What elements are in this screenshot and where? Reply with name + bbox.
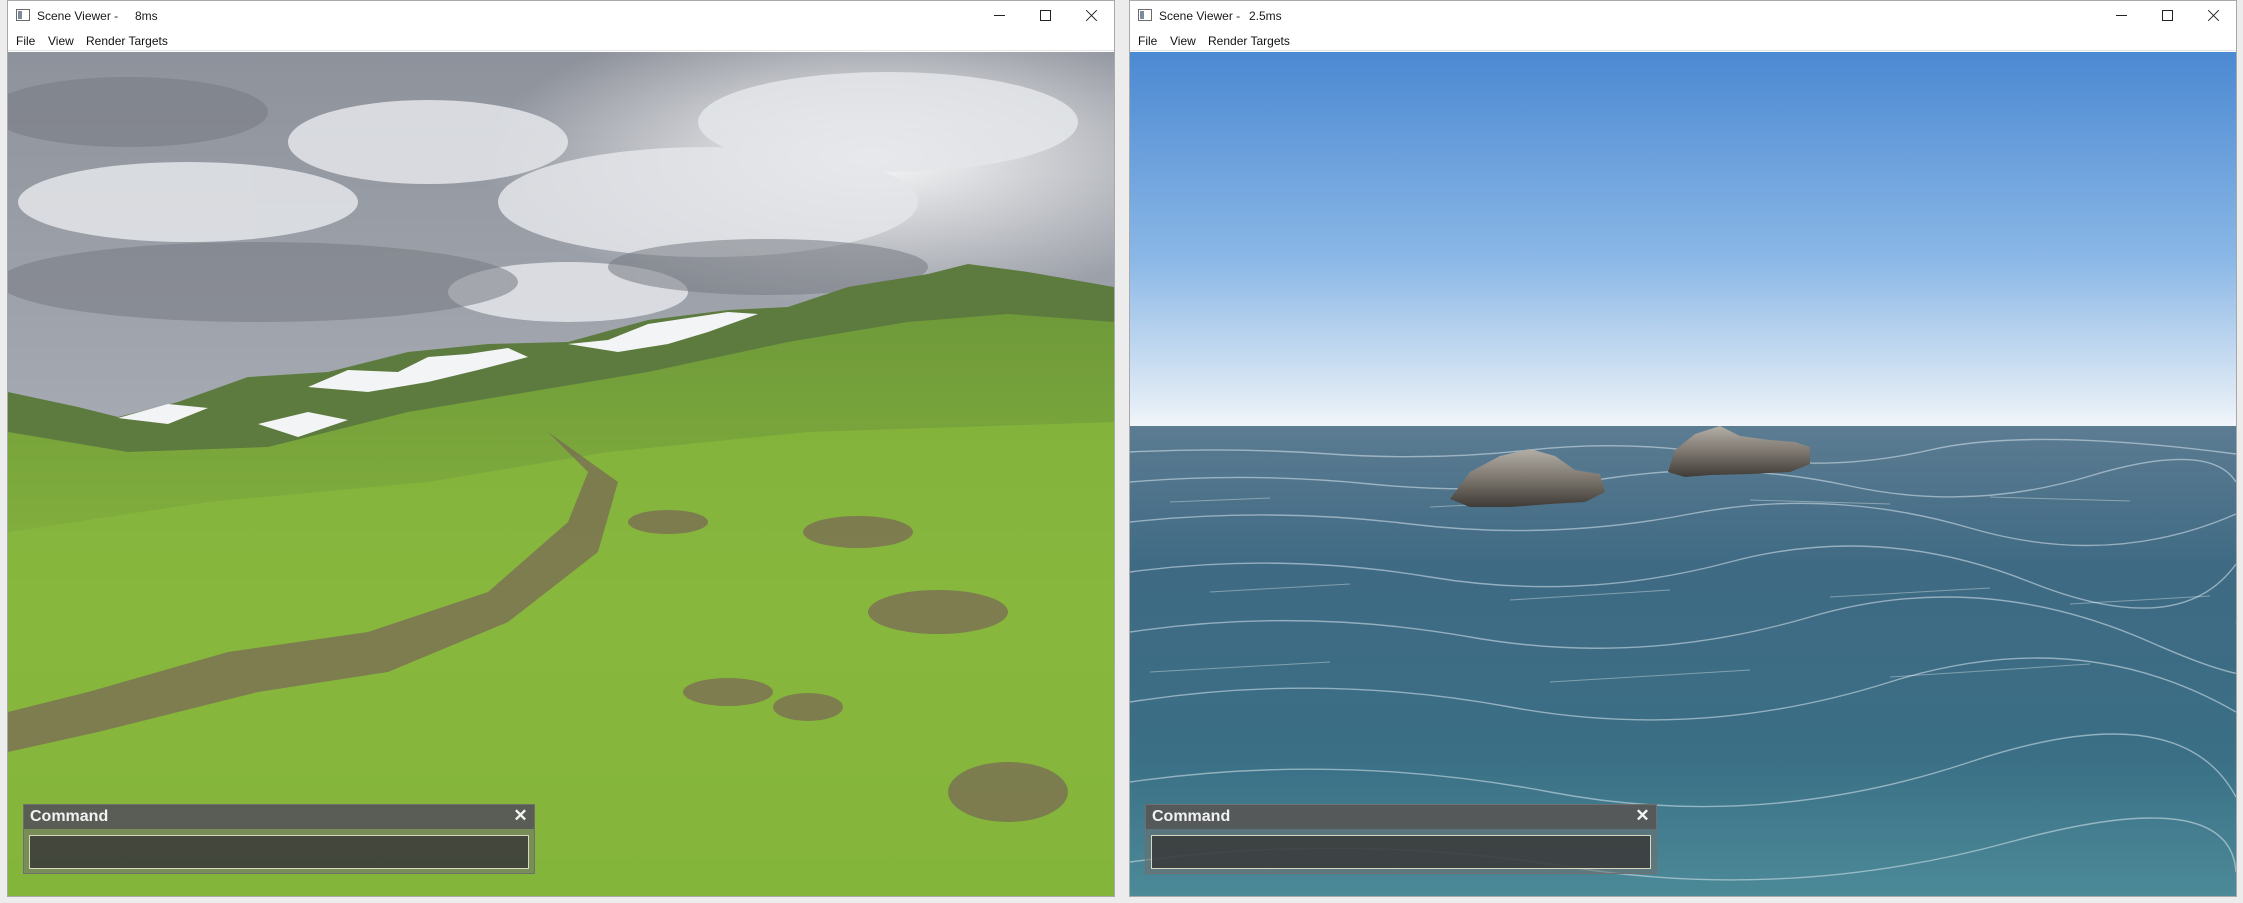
command-input[interactable]: [29, 835, 529, 869]
close-button[interactable]: [2190, 1, 2236, 30]
minimize-button[interactable]: [976, 1, 1022, 30]
command-input[interactable]: [1151, 835, 1651, 869]
app-window-icon: [16, 9, 30, 21]
maximize-button[interactable]: [1022, 1, 1068, 30]
minimize-icon: [993, 15, 1005, 16]
window-title: Scene Viewer -: [1159, 9, 1241, 23]
maximize-icon: [1039, 10, 1051, 21]
menu-view[interactable]: View: [48, 34, 74, 48]
menu-view[interactable]: View: [1170, 34, 1196, 48]
close-icon[interactable]: ✕: [513, 807, 528, 824]
close-icon: [2207, 9, 2220, 22]
menu-file[interactable]: File: [16, 34, 35, 48]
close-icon: [1085, 9, 1098, 22]
menu-render-targets[interactable]: Render Targets: [1208, 34, 1290, 48]
terrain-scene: [8, 52, 1114, 896]
command-title: Command: [1152, 808, 1231, 825]
ocean-scene: [1130, 52, 2236, 896]
scene-viewer-window-terrain: Scene Viewer - 8ms File View Render Targ…: [7, 0, 1115, 897]
menu-file[interactable]: File: [1138, 34, 1157, 48]
close-button[interactable]: [1068, 1, 1114, 30]
menu-bar: File View Render Targets: [1130, 30, 2236, 51]
title-bar[interactable]: Scene Viewer - 8ms: [8, 1, 1114, 30]
title-bar[interactable]: Scene Viewer - 2.5ms: [1130, 1, 2236, 30]
menu-render-targets[interactable]: Render Targets: [86, 34, 168, 48]
minimize-button[interactable]: [2098, 1, 2144, 30]
command-header: Command ✕: [24, 805, 534, 829]
command-panel: Command ✕: [1145, 804, 1657, 874]
maximize-icon: [2161, 10, 2173, 21]
command-panel: Command ✕: [23, 804, 535, 874]
command-title: Command: [30, 808, 109, 825]
maximize-button[interactable]: [2144, 1, 2190, 30]
frame-time: 8ms: [135, 9, 158, 23]
render-viewport[interactable]: Command ✕: [8, 52, 1114, 896]
command-header: Command ✕: [1146, 805, 1656, 829]
minimize-icon: [2115, 15, 2127, 16]
menu-bar: File View Render Targets: [8, 30, 1114, 51]
scene-viewer-window-ocean: Scene Viewer - 2.5ms File View Render Ta…: [1129, 0, 2237, 897]
render-viewport[interactable]: Command ✕: [1130, 52, 2236, 896]
app-window-icon: [1138, 9, 1152, 21]
frame-time: 2.5ms: [1249, 9, 1282, 23]
window-title: Scene Viewer -: [37, 9, 119, 23]
close-icon[interactable]: ✕: [1635, 807, 1650, 824]
